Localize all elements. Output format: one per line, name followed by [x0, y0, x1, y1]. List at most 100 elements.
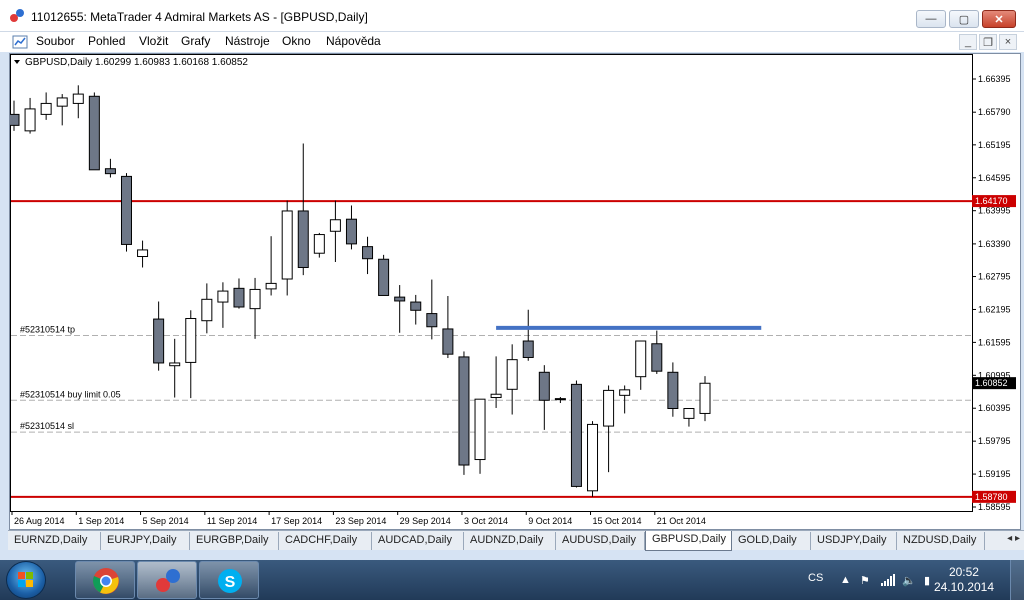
candle-body: [522, 340, 534, 358]
menu-insert[interactable]: Vložit: [139, 34, 168, 48]
menu-file[interactable]: Soubor: [36, 34, 75, 48]
candle-body: [603, 389, 615, 427]
show-desktop-button[interactable]: [1010, 560, 1024, 600]
title-bar: 11012655: MetaTrader 4 Admiral Markets A…: [0, 0, 1024, 32]
windows-taskbar: S CS ▲ ⚑ 🔈 ▮ 20:52 24.10.2014: [0, 560, 1024, 600]
candle-body: [120, 175, 132, 245]
candle-body: [56, 97, 68, 107]
candle-body: [249, 288, 261, 310]
mdi-minimize-button[interactable]: _: [959, 34, 977, 50]
restore-icon: ❐: [983, 36, 993, 49]
tab-scroll-arrows[interactable]: ◂ ▸: [1007, 533, 1020, 544]
menu-help[interactable]: Nápověda: [326, 34, 381, 48]
taskbar-metatrader[interactable]: [137, 561, 197, 599]
y-tick-label: 1.62795: [978, 272, 1011, 282]
menu-view[interactable]: Pohled: [88, 34, 125, 48]
metatrader-icon: [156, 569, 180, 592]
candle-body: [153, 318, 165, 364]
candle-body: [362, 246, 374, 260]
candle-body: [265, 282, 277, 290]
candle-body: [554, 398, 566, 401]
candle-body: [570, 383, 582, 487]
window-title: 11012655: MetaTrader 4 Admiral Markets A…: [31, 10, 368, 24]
maximize-icon: ▢: [958, 13, 970, 26]
candle-body: [667, 371, 679, 410]
candle-body: [458, 356, 470, 466]
chart-tab-usdjpy[interactable]: USDJPY,Daily: [811, 532, 897, 550]
price-label-text: 1.60852: [975, 378, 1008, 388]
x-tick-label: 5 Sep 2014: [143, 516, 189, 526]
show-hidden-icons[interactable]: ▲: [840, 574, 851, 586]
start-button[interactable]: [6, 561, 46, 599]
chart-tab-eurnzd[interactable]: EURNZD,Daily: [8, 532, 101, 550]
chart-window[interactable]: GBPUSD,Daily 1.60299 1.60983 1.60168 1.6…: [9, 53, 1021, 530]
minimize-button[interactable]: —: [916, 10, 946, 28]
candlestick-chart[interactable]: GBPUSD,Daily 1.60299 1.60983 1.60168 1.6…: [10, 54, 1020, 529]
language-indicator[interactable]: CS: [808, 572, 823, 584]
candle-body: [297, 210, 309, 268]
chart-tab-audcad[interactable]: AUDCAD,Daily: [372, 532, 464, 550]
price-label-text: 1.58780: [975, 492, 1008, 502]
x-tick-label: 3 Oct 2014: [464, 516, 508, 526]
x-tick-label: 29 Sep 2014: [400, 516, 451, 526]
menu-tools[interactable]: Nástroje: [225, 34, 270, 48]
candle-body: [24, 108, 36, 132]
chart-tab-eurgbp[interactable]: EURGBP,Daily: [190, 532, 279, 550]
x-tick-label: 17 Sep 2014: [271, 516, 322, 526]
y-tick-label: 1.64595: [978, 173, 1011, 183]
y-tick-label: 1.63995: [978, 206, 1011, 216]
system-clock[interactable]: 20:52 24.10.2014: [934, 565, 994, 595]
system-tray: CS ▲ ⚑ 🔈 ▮ 20:52 24.10.2014: [784, 560, 1024, 600]
y-tick-label: 1.60395: [978, 403, 1011, 413]
y-tick-label: 1.65195: [978, 140, 1011, 150]
x-tick-label: 26 Aug 2014: [14, 516, 65, 526]
menu-charts[interactable]: Grafy: [181, 34, 210, 48]
x-tick-label: 15 Oct 2014: [593, 516, 642, 526]
candle-body: [281, 210, 293, 280]
chart-tabs-bar: NZDUSD,Daily USDJPY,Daily GOLD,Daily GBPUSD…: [8, 530, 1024, 551]
chart-tab-eurjpy[interactable]: EURJPY,Daily: [101, 532, 190, 550]
chart-tab-cadchf[interactable]: CADCHF,Daily: [279, 532, 372, 550]
taskbar-chrome[interactable]: [75, 561, 135, 599]
y-tick-label: 1.62195: [978, 304, 1011, 314]
network-signal-icon[interactable]: [880, 573, 896, 587]
candle-body: [378, 258, 390, 296]
chart-tab-gbpusd[interactable]: GBPUSD,Daily: [645, 531, 732, 551]
clock-time: 20:52: [948, 565, 979, 579]
candle-body: [683, 408, 695, 419]
y-tick-label: 1.58595: [978, 502, 1011, 512]
order-level-label: #52310514 buy limit 0.05: [20, 389, 121, 399]
chart-tab-audnzd[interactable]: AUDNZD,Daily: [464, 532, 556, 550]
mdi-close-button[interactable]: ×: [999, 34, 1017, 50]
mdi-restore-button[interactable]: ❐: [979, 34, 997, 50]
candle-body: [313, 234, 325, 254]
candle-body: [506, 359, 518, 390]
plot-area: [10, 54, 973, 512]
chart-tab-nzdusd[interactable]: NZDUSD,Daily: [897, 532, 985, 550]
candle-body: [10, 113, 20, 126]
close-icon: ×: [1004, 36, 1012, 48]
action-center-flag-icon[interactable]: ⚑: [860, 574, 870, 587]
y-tick-label: 1.59795: [978, 436, 1011, 446]
chart-window-icon: [12, 35, 28, 49]
battery-icon[interactable]: ▮: [924, 574, 930, 587]
chart-tab-audusd[interactable]: AUDUSD,Daily: [556, 532, 645, 550]
candle-body: [394, 296, 406, 302]
volume-icon[interactable]: 🔈: [902, 574, 916, 587]
svg-text:S: S: [225, 574, 236, 591]
menu-bar: Soubor Pohled Vložit Grafy Nástroje Okno…: [0, 32, 1024, 52]
close-button[interactable]: ✕: [982, 10, 1016, 28]
menu-window[interactable]: Okno: [282, 34, 311, 48]
order-level-label: #52310514 tp: [20, 325, 75, 335]
chart-tab-gold[interactable]: GOLD,Daily: [732, 532, 811, 550]
clock-date: 24.10.2014: [933, 580, 994, 594]
maximize-button[interactable]: ▢: [949, 10, 979, 28]
y-tick-label: 1.61595: [978, 337, 1011, 347]
x-tick-label: 1 Sep 2014: [78, 516, 124, 526]
candle-body: [426, 313, 438, 328]
order-level-label: #52310514 sl: [20, 421, 74, 431]
taskbar-skype[interactable]: S: [199, 561, 259, 599]
x-tick-label: 23 Sep 2014: [335, 516, 386, 526]
x-tick-label: 9 Oct 2014: [528, 516, 572, 526]
candle-body: [72, 93, 84, 104]
